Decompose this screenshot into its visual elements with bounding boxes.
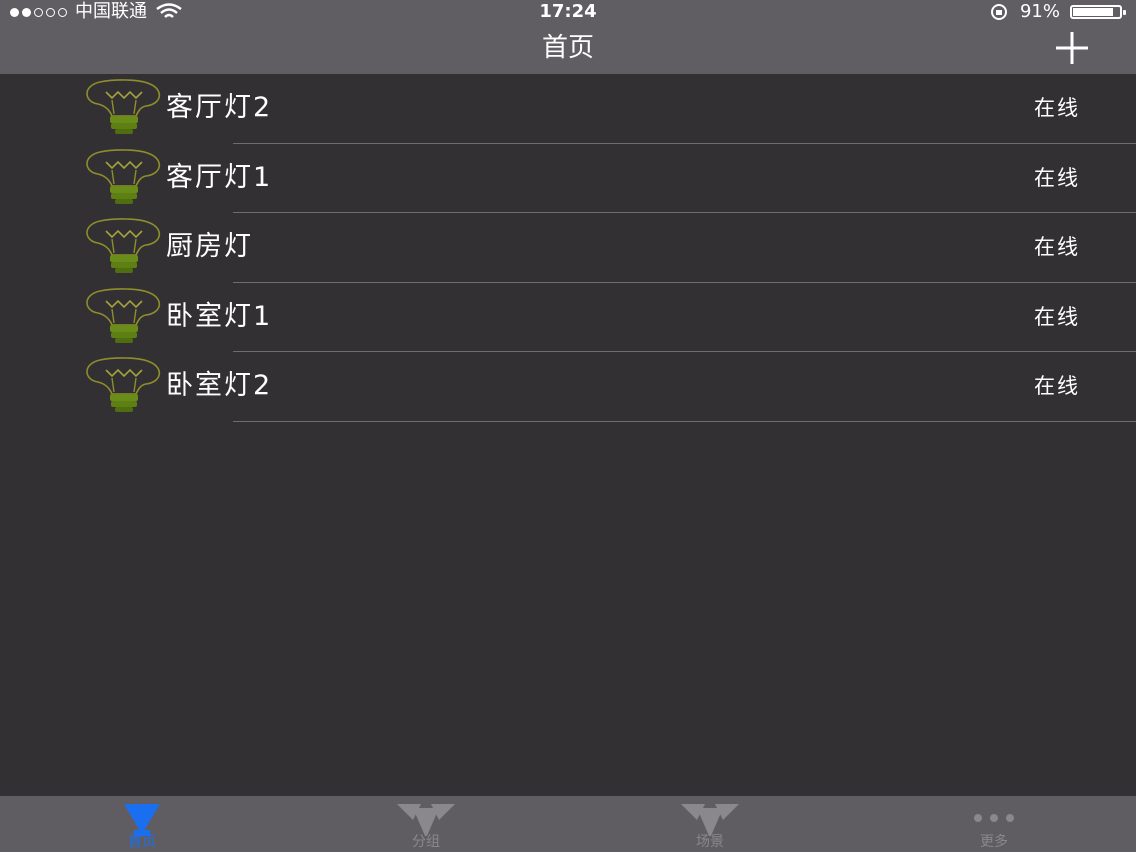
tab-home[interactable]: 首页 <box>0 796 284 852</box>
lightbulb-icon <box>80 356 166 414</box>
more-icon <box>966 800 1022 834</box>
top-bar: 中国联通 17:24 91% 首页 <box>0 0 1136 74</box>
device-status: 在线 <box>1034 374 1080 398</box>
tab-scene[interactable]: 场景 <box>568 796 852 852</box>
device-row[interactable]: 卧室灯2 在线 <box>0 352 1136 422</box>
status-right: 91% <box>988 0 1126 24</box>
lightbulb-icon <box>80 148 166 206</box>
page-title: 首页 <box>541 33 594 63</box>
device-status: 在线 <box>1034 235 1080 259</box>
device-status: 在线 <box>1034 165 1080 190</box>
device-name: 卧室灯2 <box>166 370 273 401</box>
device-name: 客厅灯2 <box>166 92 273 123</box>
row-divider <box>233 420 1136 422</box>
device-row[interactable]: 客厅灯2 在线 <box>0 74 1136 144</box>
lightbulb-icon <box>80 287 166 345</box>
tab-group[interactable]: 分组 <box>284 796 568 852</box>
status-bar: 中国联通 17:24 91% <box>0 0 1136 24</box>
device-list: 客厅灯2 在线 客厅灯1 在线 厨房灯 在线 卧室灯1 在线 卧室灯2 在线 <box>0 74 1136 422</box>
tab-label: 首页 <box>128 834 156 850</box>
lightbulb-icon <box>80 78 166 136</box>
device-row[interactable]: 客厅灯1 在线 <box>0 144 1136 213</box>
device-name: 厨房灯 <box>166 231 253 262</box>
tab-label: 分组 <box>412 834 440 850</box>
device-name: 客厅灯1 <box>166 161 273 193</box>
lightbulb-icon <box>80 217 166 275</box>
app-screen: 中国联通 17:24 91% 首页 客厅灯2 在线 客厅灯1 在线 厨房灯 在线… <box>0 0 1136 852</box>
tab-label: 更多 <box>980 834 1008 850</box>
device-row[interactable]: 厨房灯 在线 <box>0 213 1136 283</box>
battery-percent: 91% <box>1019 1 1060 22</box>
plus-icon[interactable] <box>1052 28 1092 68</box>
device-row[interactable]: 卧室灯1 在线 <box>0 283 1136 352</box>
device-status: 在线 <box>1034 96 1080 120</box>
status-time: 17:24 <box>539 1 597 22</box>
battery-icon <box>1070 5 1126 19</box>
tab-bar: 首页 分组 场景 更多 <box>0 796 1136 852</box>
device-name: 卧室灯1 <box>166 300 273 332</box>
orientation-lock-icon <box>990 4 1007 20</box>
tab-more[interactable]: 更多 <box>852 796 1136 852</box>
tab-label: 场景 <box>696 834 724 850</box>
device-status: 在线 <box>1034 304 1080 329</box>
